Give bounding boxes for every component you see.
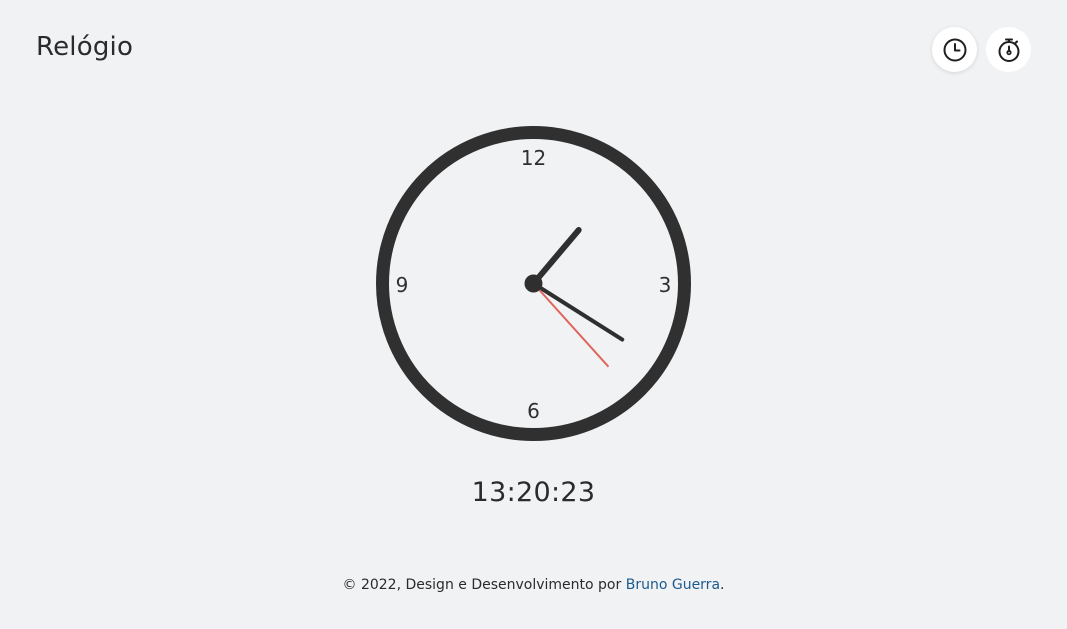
footer-copyright: © 2022, Design e Desenvolvimento por <box>342 577 626 593</box>
footer-period: . <box>720 577 725 593</box>
numeral-6: 6 <box>527 399 540 423</box>
author-link[interactable]: Bruno Guerra <box>626 577 720 593</box>
analog-clock: 12 3 6 9 <box>376 126 691 441</box>
clock-page: Relógio 12 3 6 9 13:20:23 © 2022, Design… <box>0 0 1067 629</box>
mode-switcher <box>932 27 1031 72</box>
numeral-3: 3 <box>659 273 672 297</box>
clock-center-pin <box>524 274 543 293</box>
clock-icon <box>942 37 968 63</box>
stopwatch-mode-button[interactable] <box>986 27 1031 72</box>
clock-mode-button[interactable] <box>932 27 977 72</box>
numeral-12: 12 <box>521 146 546 170</box>
stopwatch-icon <box>996 37 1022 63</box>
footer: © 2022, Design e Desenvolvimento por Bru… <box>0 577 1067 593</box>
digital-time: 13:20:23 <box>471 477 596 508</box>
numeral-9: 9 <box>396 273 409 297</box>
page-title: Relógio <box>36 32 134 62</box>
